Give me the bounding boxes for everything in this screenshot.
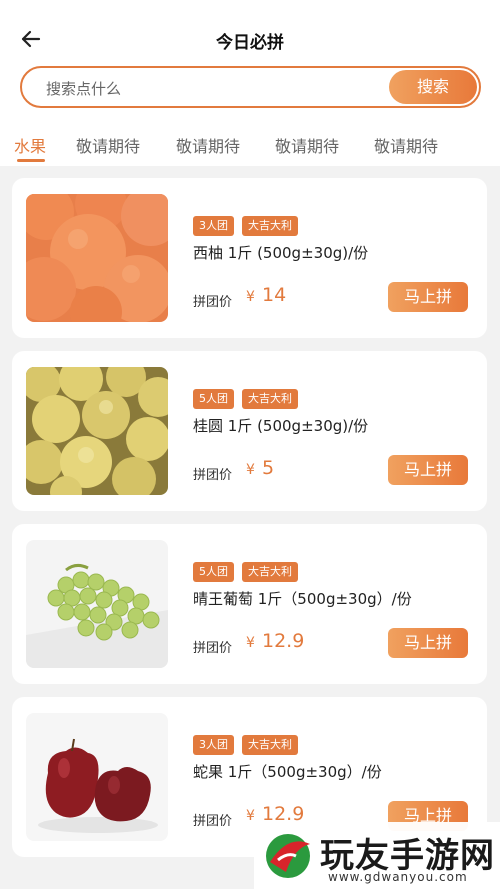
- product-name: 西柚 1斤 (500g±30g)/份: [193, 244, 369, 262]
- product-card[interactable]: 5人团 大吉大利 晴王葡萄 1斤（500g±30g）/份 拼团价 ¥ 12.9 马…: [12, 524, 487, 684]
- product-name: 晴王葡萄 1斤（500g±30g）/份: [193, 590, 412, 608]
- promo-badge: 大吉大利: [242, 735, 298, 755]
- group-size-badge: 3人团: [193, 735, 234, 755]
- tag-group: 5人团 大吉大利: [193, 389, 306, 409]
- price-label: 拼团价: [193, 641, 233, 656]
- green-grapes-photo[interactable]: [26, 540, 168, 668]
- search-bar[interactable]: 搜索点什么 搜索: [20, 66, 481, 108]
- tab-coming-soon-1[interactable]: 敬请期待: [76, 133, 140, 157]
- product-card[interactable]: 3人团 大吉大利 西柚 1斤 (500g±30g)/份 拼团价 ¥ 14 马上拼: [12, 178, 487, 338]
- watermark-logo-icon: [266, 834, 310, 878]
- longan-photo[interactable]: [26, 367, 168, 495]
- group-size-badge: 5人团: [193, 389, 234, 409]
- promo-badge: 大吉大利: [242, 562, 298, 582]
- tag-group: 3人团 大吉大利: [193, 216, 306, 236]
- watermark-url: www.gdwanyou.com: [328, 870, 468, 884]
- join-group-button[interactable]: 马上拼: [388, 282, 468, 312]
- price-label: 拼团价: [193, 468, 233, 483]
- red-apple-photo[interactable]: [26, 713, 168, 841]
- search-input[interactable]: 搜索点什么: [46, 78, 121, 99]
- join-group-button[interactable]: 马上拼: [388, 628, 468, 658]
- currency-symbol: ¥: [246, 462, 255, 478]
- product-name: 桂圆 1斤 (500g±30g)/份: [193, 417, 369, 435]
- tab-fruit[interactable]: 水果: [14, 133, 46, 157]
- product-price: 14: [262, 284, 287, 306]
- price-label: 拼团价: [193, 814, 233, 829]
- grapefruit-photo[interactable]: [26, 194, 168, 322]
- price-label: 拼团价: [193, 295, 233, 310]
- group-size-badge: 5人团: [193, 562, 234, 582]
- active-tab-indicator: [17, 159, 45, 162]
- product-price: 5: [262, 457, 275, 479]
- category-tabs: 水果 敬请期待 敬请期待 敬请期待 敬请期待: [0, 128, 500, 162]
- tab-coming-soon-3[interactable]: 敬请期待: [275, 133, 339, 157]
- page-title: 今日必拼: [216, 33, 284, 53]
- currency-symbol: ¥: [246, 289, 255, 305]
- top-bar: 今日必拼: [0, 0, 500, 62]
- promo-badge: 大吉大利: [242, 389, 298, 409]
- tag-group: 3人团 大吉大利: [193, 735, 306, 755]
- join-group-button[interactable]: 马上拼: [388, 455, 468, 485]
- group-size-badge: 3人团: [193, 216, 234, 236]
- product-list: 3人团大吉大利 西柚 1斤 (500g±30g)/份 拼团价 ¥ 14 马上拼: [0, 166, 500, 889]
- search-button[interactable]: 搜索: [389, 70, 477, 104]
- product-card[interactable]: 5人团 大吉大利 桂圆 1斤 (500g±30g)/份 拼团价 ¥ 5 马上拼: [12, 351, 487, 511]
- tag-group: 5人团 大吉大利: [193, 562, 306, 582]
- product-price: 12.9: [262, 630, 305, 652]
- currency-symbol: ¥: [246, 635, 255, 651]
- product-name: 蛇果 1斤（500g±30g）/份: [193, 763, 382, 781]
- tab-coming-soon-2[interactable]: 敬请期待: [176, 133, 240, 157]
- watermark: 玩友手游网 www.gdwanyou.com: [254, 822, 500, 889]
- tab-coming-soon-4[interactable]: 敬请期待: [374, 133, 438, 157]
- promo-badge: 大吉大利: [242, 216, 298, 236]
